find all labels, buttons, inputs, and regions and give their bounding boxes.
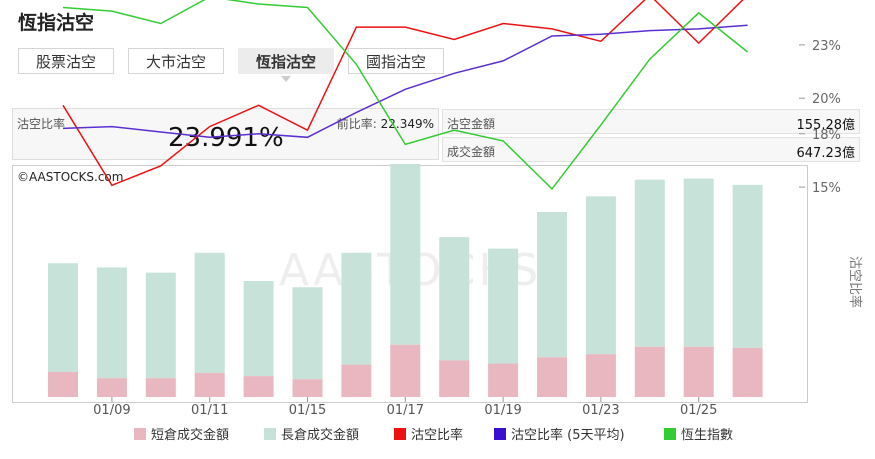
short-position-bar <box>537 357 567 397</box>
y-axis-label: 沽空比率 <box>847 256 863 308</box>
legend-short-ratio-5d: 沽空比率 (5天平均) <box>494 424 625 443</box>
short-position-bar <box>732 347 763 397</box>
legend-long-position: 長倉成交金額 <box>264 424 359 443</box>
x-tick-label: 01/17 <box>387 403 424 418</box>
long-position-bar <box>145 272 176 379</box>
long-position-bar <box>48 263 78 372</box>
legend-hsi-label: 恆生指數 <box>681 428 734 443</box>
legend-swatch-short-ratio-5d <box>494 427 506 440</box>
legend-hsi: 恆生指數 <box>664 424 733 443</box>
long-position-bar <box>439 237 470 361</box>
short-position-bar <box>585 354 616 397</box>
y-tick-label: 18% <box>812 128 841 143</box>
legend-short-ratio-label: 沽空比率 <box>411 428 464 443</box>
long-position-bar <box>96 267 127 379</box>
x-tick-label: 01/23 <box>582 403 619 418</box>
long-position-bar <box>292 287 323 380</box>
short-position-bar <box>439 360 470 397</box>
legend-short-position: 短倉成交金額 <box>134 424 229 443</box>
long-position-bar <box>537 212 567 358</box>
short-ratio-line <box>62 0 744 187</box>
short-ratio-5d-line <box>62 24 748 139</box>
long-position-bar <box>634 179 665 347</box>
legend-short-ratio: 沽空比率 <box>394 424 463 443</box>
y-tick-label: 23% <box>812 39 841 54</box>
x-tick-label: 01/09 <box>93 403 130 418</box>
short-position-bar <box>341 364 372 397</box>
x-tick-label: 01/25 <box>680 403 717 418</box>
x-tick-label: 01/19 <box>484 403 521 418</box>
long-position-bar <box>243 281 274 377</box>
short-position-bar <box>683 346 714 397</box>
x-tick-label: 01/15 <box>289 403 326 418</box>
long-position-bar <box>585 196 616 355</box>
legend-short-ratio-5d-label: 沽空比率 (5天平均) <box>511 428 625 443</box>
short-selling-chart: AASTOCKS©AASTOCKS.com23%20%18%15%沽空比率01/… <box>17 0 863 418</box>
legend-swatch-short-position <box>134 427 146 440</box>
long-position-bar <box>488 248 519 364</box>
legend-short-position-label: 短倉成交金額 <box>151 428 230 443</box>
short-position-bar <box>292 379 323 397</box>
legend-long-position-label: 長倉成交金額 <box>281 428 360 443</box>
long-position-bar <box>683 178 714 347</box>
short-position-bar <box>194 372 225 397</box>
legend-swatch-long-position <box>264 427 276 440</box>
long-position-bar <box>194 252 225 373</box>
short-position-bar <box>145 378 176 397</box>
hsi-line <box>62 0 749 191</box>
short-position-bar <box>634 346 665 397</box>
short-position-bar <box>48 371 78 397</box>
x-tick-label: 01/11 <box>191 403 228 418</box>
long-position-bar <box>341 252 372 365</box>
y-tick-label: 15% <box>812 181 841 196</box>
short-position-bar <box>96 378 127 397</box>
y-tick-label: 20% <box>812 92 841 107</box>
legend-swatch-short-ratio <box>394 427 406 440</box>
legend-swatch-hsi <box>664 427 676 440</box>
long-position-bar <box>732 184 763 348</box>
short-position-bar <box>243 376 274 397</box>
short-position-bar <box>488 363 519 397</box>
short-position-bar <box>390 344 421 397</box>
long-position-bar <box>390 163 421 345</box>
